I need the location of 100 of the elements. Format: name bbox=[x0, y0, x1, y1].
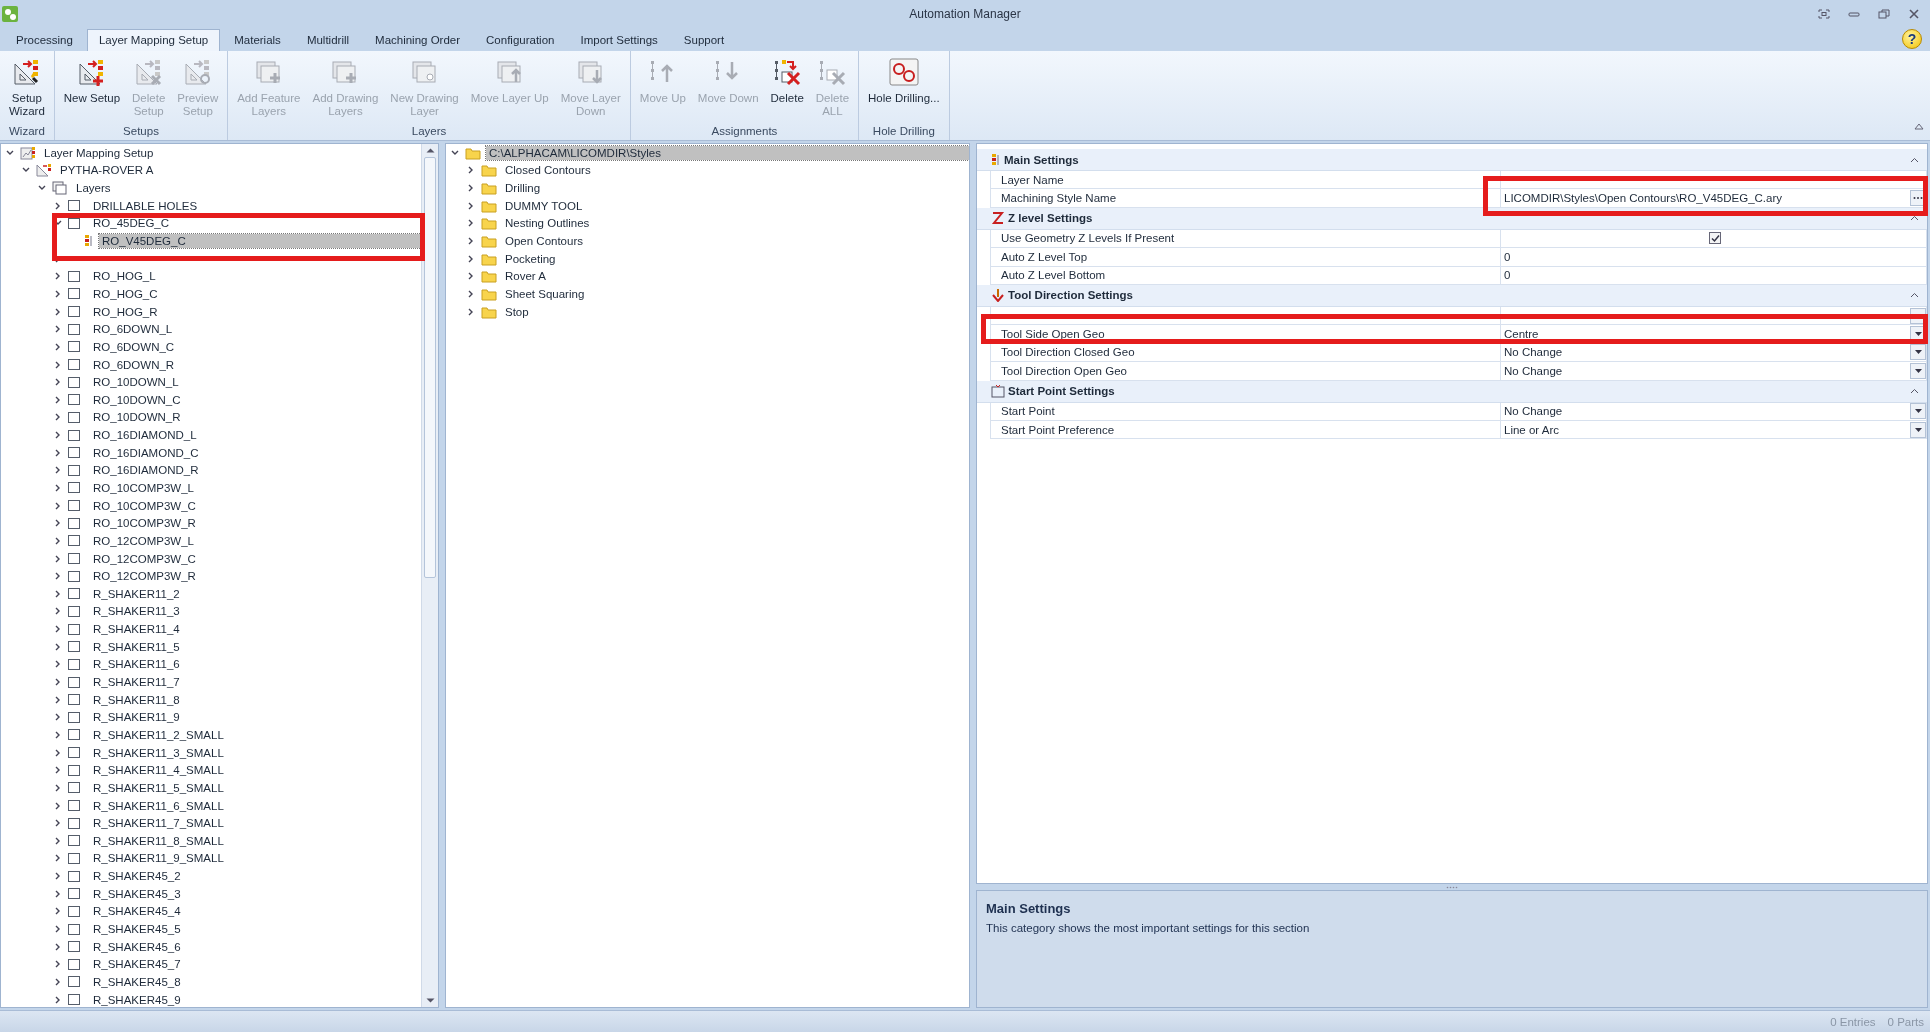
tree-item[interactable]: R_SHAKER11_4 bbox=[90, 622, 183, 637]
value-text: Centre bbox=[1504, 328, 1539, 341]
tree-item[interactable]: R_SHAKER45_4 bbox=[90, 904, 184, 919]
tree-item[interactable]: R_SHAKER11_8_SMALL bbox=[90, 833, 227, 848]
tree-item[interactable]: R_SHAKER45_3 bbox=[90, 886, 184, 901]
tree-item[interactable]: RO_HOG_C bbox=[90, 286, 161, 301]
tree-item[interactable]: C:\ALPHACAM\LICOMDIR\Styles bbox=[486, 145, 969, 160]
tree-item[interactable]: R_SHAKER11_3_SMALL bbox=[90, 745, 227, 760]
property-label: Tool Direction Open Geo bbox=[990, 362, 1500, 381]
tree-item[interactable]: R_SHAKER11_3 bbox=[90, 604, 183, 619]
tree-item[interactable]: Rover A bbox=[502, 269, 549, 284]
tree-item[interactable]: R_SHAKER11_7_SMALL bbox=[90, 816, 227, 831]
tree-item[interactable]: RO_10COMP3W_L bbox=[90, 481, 197, 495]
value-text: No Change bbox=[1504, 405, 1563, 418]
ribbon-tab[interactable]: Materials bbox=[222, 29, 293, 51]
tree-item[interactable]: RO_12COMP3W_R bbox=[90, 569, 199, 584]
ribbon-tab[interactable]: Multidrill bbox=[294, 29, 362, 51]
tree-item[interactable]: Layer Mapping Setup bbox=[41, 145, 157, 160]
tree-item[interactable]: RO_HOG_L bbox=[90, 269, 159, 284]
ribbon-tab[interactable]: Support bbox=[671, 29, 737, 51]
ribbon-button[interactable]: Hole Drilling... bbox=[863, 53, 945, 124]
tree-item[interactable]: RO_10DOWN_L bbox=[90, 375, 182, 390]
tree-item[interactable]: RO_10DOWN_C bbox=[90, 392, 184, 407]
tree-item[interactable]: RO_6DOWN_L bbox=[90, 322, 176, 337]
category-title: Start Point Settings bbox=[1008, 385, 1115, 397]
tree-item[interactable]: R_SHAKER11_8 bbox=[90, 692, 183, 707]
tree-item[interactable]: R_SHAKER11_4_SMALL bbox=[90, 763, 227, 778]
tree-item[interactable]: Drilling bbox=[502, 181, 544, 196]
category-title: Main Settings bbox=[1004, 153, 1079, 166]
group-caption: Assignments bbox=[710, 124, 779, 139]
tree-item[interactable]: RO_16DIAMOND_L bbox=[90, 428, 200, 443]
group-caption: Hole Drilling bbox=[871, 124, 936, 139]
tree-item[interactable]: R_SHAKER11_7 bbox=[90, 675, 183, 690]
tree-item[interactable]: Stop bbox=[502, 304, 532, 319]
tree-item[interactable]: R_SHAKER11_9_SMALL bbox=[90, 851, 227, 866]
tree-item[interactable]: Pocketing bbox=[502, 251, 559, 266]
ribbon-tab[interactable]: Configuration bbox=[474, 29, 567, 51]
tree-item[interactable]: RO_45DEG_C bbox=[90, 216, 173, 231]
property-label: Auto Z Level Top bbox=[990, 248, 1500, 267]
tree-item[interactable]: DUMMY TOOL bbox=[502, 198, 586, 213]
tree-item[interactable]: RO_10DOWN_R bbox=[90, 410, 184, 425]
tree-item[interactable]: R_SHAKER11_5 bbox=[90, 639, 183, 654]
group-caption: Setups bbox=[122, 124, 160, 139]
tree-item[interactable]: Closed Contours bbox=[502, 163, 594, 178]
category-header[interactable]: Start Point Settings bbox=[977, 380, 1927, 403]
tree-item[interactable]: R_SHAKER11_2 bbox=[90, 586, 183, 601]
value-text: No Change bbox=[1504, 364, 1563, 377]
tree-item[interactable]: RO_6DOWN_R bbox=[90, 357, 178, 372]
category-title: Z level Settings bbox=[1008, 212, 1093, 225]
category-header[interactable]: Main Settings bbox=[977, 149, 1927, 171]
group-caption: Wizard bbox=[8, 124, 46, 139]
category-title: Tool Direction Settings bbox=[1008, 289, 1133, 302]
tree-item[interactable]: R_SHAKER11_9 bbox=[90, 710, 183, 725]
tree-item[interactable]: RO_16DIAMOND_C bbox=[90, 445, 202, 460]
tree-item[interactable]: RO_6DOWN_C bbox=[90, 339, 178, 354]
value-text: LICOMDIR\Styles\Open Contours\RO_V45DEG_C.ary bbox=[1504, 192, 1783, 205]
ribbon-tab[interactable]: Machining Order bbox=[363, 29, 473, 51]
property-label: Machining Style Name bbox=[990, 189, 1500, 208]
description-title: Main Settings bbox=[986, 901, 1071, 916]
tree-item[interactable]: Sheet Squaring bbox=[502, 286, 588, 301]
description-text: This category shows the most important settings for this section bbox=[986, 922, 1310, 934]
tree-item[interactable]: R_SHAKER45_7 bbox=[90, 957, 184, 972]
tree-item[interactable]: RO_10COMP3W_C bbox=[90, 498, 199, 513]
tree-item[interactable]: Nesting Outlines bbox=[502, 216, 593, 231]
ribbon-tab[interactable]: Processing bbox=[4, 29, 85, 51]
tree-item[interactable]: Open Contours bbox=[502, 234, 586, 248]
property-value-field[interactable]: No Change bbox=[1500, 362, 1927, 381]
tree-item[interactable]: RO_12COMP3W_C bbox=[90, 551, 199, 566]
tree-item[interactable]: RO_12COMP3W_L bbox=[90, 533, 197, 548]
tree-item[interactable]: R_SHAKER45_2 bbox=[90, 869, 184, 884]
category-header[interactable]: Tool Direction Settings bbox=[977, 284, 1927, 307]
tree-item[interactable]: R_SHAKER45_6 bbox=[90, 939, 184, 954]
ribbon-tab[interactable]: Layer Mapping Setup bbox=[86, 29, 221, 51]
ribbon-button[interactable]: New Setup bbox=[58, 53, 126, 124]
value-text: 0 bbox=[1504, 250, 1511, 263]
ribbon-button[interactable]: Delete bbox=[765, 53, 809, 124]
tree-item[interactable]: R_SHAKER45_9 bbox=[90, 992, 184, 1007]
tree-item[interactable]: RO_V45DEG_C bbox=[99, 234, 421, 248]
window-title: Automation Manager bbox=[908, 7, 1022, 21]
entries-count: 0 Entries bbox=[1830, 1015, 1876, 1028]
tree-item[interactable]: R_SHAKER11_6 bbox=[90, 657, 183, 672]
tree-item[interactable]: PYTHA-ROVER A bbox=[57, 163, 157, 178]
tree-item[interactable]: DRILLABLE HOLES bbox=[90, 198, 201, 213]
tree-item[interactable]: R_SHAKER11_6_SMALL bbox=[90, 798, 227, 813]
value-text: Line or Arc bbox=[1504, 423, 1559, 436]
tree-item[interactable]: Layers bbox=[73, 181, 114, 196]
value-text: 0 bbox=[1504, 269, 1511, 282]
tree-item[interactable]: R_SHAKER45_8 bbox=[90, 974, 184, 989]
tree-item[interactable]: R_SHAKER11_2_SMALL bbox=[90, 727, 227, 742]
tree-item[interactable]: RO_HOG_R bbox=[90, 304, 161, 319]
help-button[interactable]: ? bbox=[1902, 29, 1922, 49]
property-value-field[interactable]: 0 bbox=[1500, 248, 1927, 267]
ribbon-tab[interactable]: Import Settings bbox=[568, 29, 670, 51]
tree-item[interactable]: R_SHAKER11_5_SMALL bbox=[90, 780, 227, 795]
tree-item[interactable]: RO_10COMP3W_R bbox=[90, 516, 199, 531]
property-label: Layer Name bbox=[990, 171, 1500, 190]
tree-item[interactable]: RO_16DIAMOND_R bbox=[90, 463, 202, 478]
tree-item[interactable]: R_SHAKER45_5 bbox=[90, 922, 184, 936]
ribbon-button[interactable]: Setup Wizard bbox=[4, 53, 50, 124]
value-text: No Change bbox=[1504, 346, 1563, 359]
